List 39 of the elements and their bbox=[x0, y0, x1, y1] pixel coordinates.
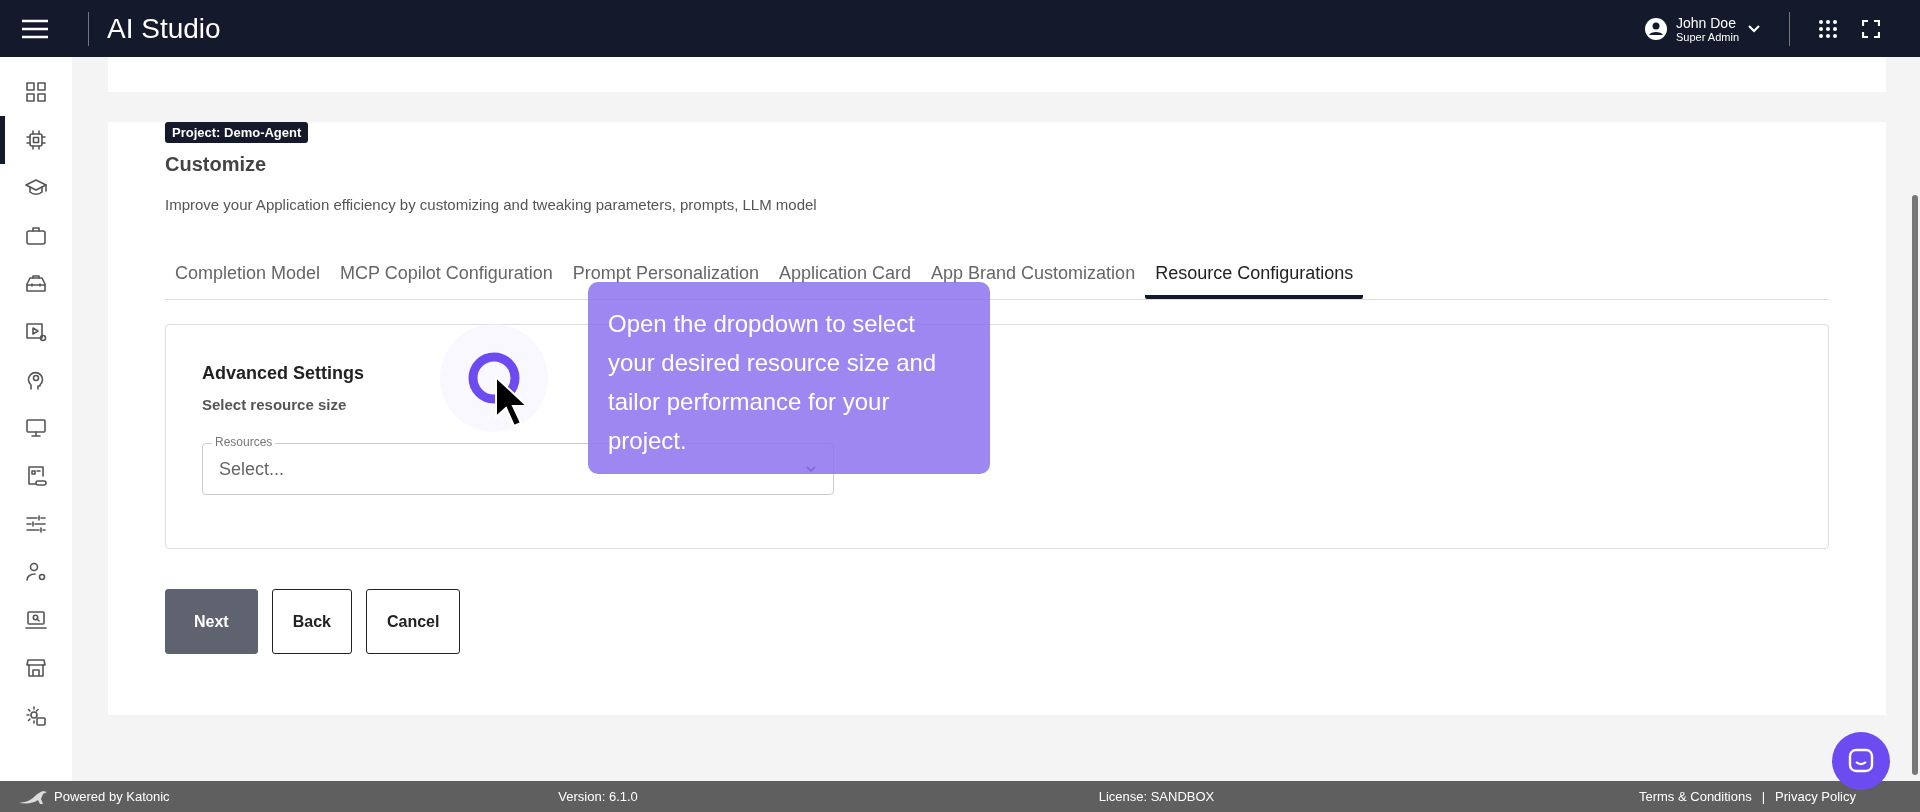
panel-title: Advanced Settings bbox=[202, 363, 365, 384]
app-title: AI Studio bbox=[107, 12, 221, 45]
storefront-icon bbox=[24, 656, 48, 680]
chip-icon bbox=[24, 128, 48, 152]
license-text: License: SANDBOX bbox=[1098, 789, 1216, 804]
tab[interactable]: MCP Copilot Configuration bbox=[330, 263, 563, 299]
panel-subtitle: Select resource size bbox=[202, 396, 347, 413]
tab[interactable]: Completion Model bbox=[165, 263, 331, 299]
chat-button[interactable] bbox=[1832, 732, 1890, 790]
user-role: Super Admin bbox=[1676, 30, 1739, 43]
tooltip: Open the dropdown to select your desired resource size and tailor performance for your project. bbox=[588, 282, 990, 474]
footer-separator: | bbox=[1761, 789, 1766, 804]
powered-by-text: Powered by Katonic bbox=[54, 789, 170, 804]
privacy-link[interactable]: Privacy Policy bbox=[1775, 789, 1856, 804]
scrollbar[interactable] bbox=[1912, 195, 1918, 775]
terms-link[interactable]: Terms & Conditions bbox=[1639, 789, 1752, 804]
click-highlight-icon bbox=[438, 322, 550, 434]
next-button[interactable]: Next bbox=[165, 589, 258, 654]
page-description: Improve your Application efficiency by customizing and tweaking parameters, prompts, LLM model bbox=[165, 196, 818, 213]
sliders-icon bbox=[24, 512, 48, 536]
project-badge: Project: Demo-Agent bbox=[165, 122, 309, 143]
chat-icon bbox=[1847, 747, 1875, 775]
grid-icon bbox=[24, 80, 48, 104]
tab[interactable]: Resource Configurations bbox=[1145, 263, 1364, 299]
fullscreen-icon[interactable] bbox=[1862, 19, 1880, 38]
monitor-icon bbox=[24, 416, 48, 440]
menu-icon[interactable] bbox=[22, 18, 48, 39]
version-text: Version: 6.1.0 bbox=[558, 789, 639, 804]
video-settings-icon bbox=[24, 320, 48, 344]
action-button[interactable]: Cancel bbox=[365, 589, 461, 654]
user-name[interactable]: John Doe bbox=[1676, 14, 1739, 31]
user-gear-icon bbox=[24, 560, 48, 584]
user-avatar-icon[interactable] bbox=[1644, 16, 1668, 41]
briefcase-icon bbox=[24, 224, 48, 248]
apps-grid-icon[interactable] bbox=[1818, 18, 1838, 39]
laptop-search-icon bbox=[24, 608, 48, 632]
chevron-down-icon[interactable] bbox=[1747, 23, 1761, 34]
action-button[interactable]: Back bbox=[271, 589, 352, 654]
page-title: Customize bbox=[165, 153, 268, 176]
